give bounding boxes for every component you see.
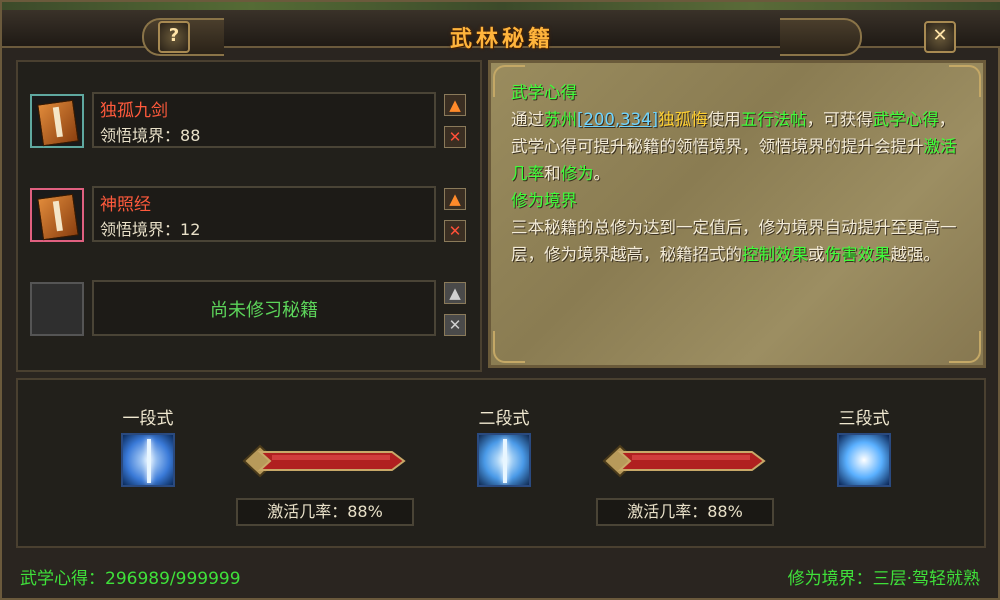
- book-name: 神照经: [100, 195, 151, 215]
- top-border-pattern: [2, 2, 1000, 10]
- book-slots-panel: 独孤九剑 领悟境界：88 ▲ ✕ 神照经 领悟境界：12 ▲ ✕ 尚未修习秘籍 …: [16, 60, 482, 372]
- remove-button[interactable]: ✕: [444, 220, 466, 242]
- book-level: 领悟境界：12: [100, 220, 201, 239]
- activation-rate-box: 激活几率：88%: [236, 498, 414, 526]
- book-slot-1[interactable]: 独孤九剑 领悟境界：88 ▲ ✕: [30, 92, 470, 154]
- description-scroll: 武学心得 通过苏州[200,334]独孤悔使用五行法帖，可获得武学心得，武学心得…: [488, 60, 986, 368]
- window-title: 武林秘籍: [449, 27, 554, 52]
- close-button[interactable]: ✕: [924, 21, 956, 53]
- book-info-box: 尚未修习秘籍: [92, 280, 436, 336]
- place-link[interactable]: 苏州: [544, 110, 577, 129]
- stage-label: 三段式: [838, 409, 890, 429]
- remove-button-disabled[interactable]: ✕: [444, 314, 466, 336]
- coordinate-link[interactable]: [200,334]: [577, 110, 658, 129]
- paragraph-martial-insight: 通过苏州[200,334]独孤悔使用五行法帖，可获得武学心得，武学心得可提升秘籍…: [511, 110, 957, 183]
- book-slot-2[interactable]: 神照经 领悟境界：12 ▲ ✕: [30, 186, 470, 248]
- scroll-corner-ornament: [493, 331, 525, 363]
- stage-panel: 一段式 二段式 三段式 激活几率：88% 激活几率：88%: [16, 378, 986, 548]
- stage-label: 二段式: [478, 409, 530, 429]
- item-name: 五行法帖: [740, 110, 807, 129]
- stage-1[interactable]: 一段式: [108, 404, 188, 491]
- npc-link[interactable]: 独孤悔: [658, 110, 708, 129]
- martial-books-window: ? 武林秘籍 ✕ 独孤九剑 领悟境界：88 ▲ ✕ 神照经 领悟境界：12 ▲ …: [0, 0, 1000, 600]
- stage-label: 一段式: [122, 409, 174, 429]
- stage-3[interactable]: 三段式: [824, 404, 904, 491]
- activation-rate-box: 激活几率：88%: [596, 498, 774, 526]
- title-bar[interactable]: ? 武林秘籍 ✕: [2, 10, 1000, 56]
- book-slot-empty[interactable]: 尚未修习秘籍 ▲ ✕: [30, 280, 470, 342]
- book-level: 领悟境界：88: [100, 126, 201, 145]
- move-up-button-disabled[interactable]: ▲: [444, 282, 466, 304]
- paragraph-cultivation: 三本秘籍的总修为达到一定值后，修为境界自动提升至更高一层，修为境界越高，秘籍招式…: [511, 218, 957, 264]
- description-text: 武学心得 通过苏州[200,334]独孤悔使用五行法帖，可获得武学心得，武学心得…: [511, 79, 961, 268]
- sword-skill-icon[interactable]: [121, 433, 175, 487]
- book-info-box: 神照经 领悟境界：12: [92, 186, 436, 242]
- martial-insight-total: 武学心得：296989/999999: [20, 569, 241, 589]
- book-orange-icon[interactable]: [30, 94, 84, 148]
- cultivation-realm: 修为境界：三层·驾轻就熟: [787, 569, 980, 589]
- remove-button[interactable]: ✕: [444, 126, 466, 148]
- move-up-button[interactable]: ▲: [444, 94, 466, 116]
- heading-martial-insight: 武学心得: [511, 83, 577, 102]
- stage-2[interactable]: 二段式: [464, 404, 544, 491]
- move-up-button[interactable]: ▲: [444, 188, 466, 210]
- empty-slot-icon[interactable]: [30, 282, 84, 336]
- book-name: 独孤九剑: [100, 101, 168, 121]
- book-info-box: 独孤九剑 领悟境界：88: [92, 92, 436, 148]
- stage-progress-arrow: [602, 444, 766, 478]
- stage-progress-arrow: [242, 444, 406, 478]
- figure-burst-icon[interactable]: [837, 433, 891, 487]
- empty-slot-text: 尚未修习秘籍: [210, 300, 318, 321]
- heading-cultivation: 修为境界: [511, 191, 577, 210]
- scroll-corner-ornament: [949, 331, 981, 363]
- sword-burst-icon[interactable]: [477, 433, 531, 487]
- book-orange-icon[interactable]: [30, 188, 84, 242]
